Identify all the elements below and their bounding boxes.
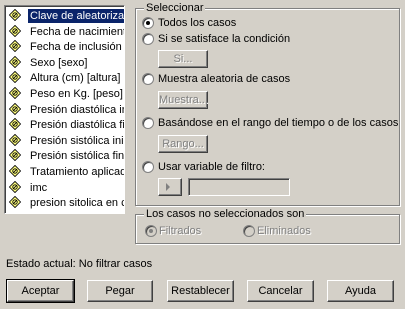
variable-list-item[interactable]: Sexo [sexo] [7, 55, 124, 71]
variable-label: presion sitolica en cate [30, 197, 124, 210]
scale-variable-icon [9, 118, 21, 131]
status-text: Estado actual: No filtrar casos [6, 258, 153, 270]
variable-label: Clave de aleatorización [26, 8, 124, 24]
variable-list-item[interactable]: Clave de aleatorización [7, 8, 124, 24]
paste-button[interactable]: Pegar [87, 280, 153, 302]
scale-variable-icon [9, 165, 21, 177]
variable-list[interactable]: Clave de aleatorizaciónFecha de nacimien… [4, 5, 125, 214]
scale-variable-icon [9, 24, 21, 37]
range-label[interactable]: Basándose en el rango del tiempo o de lo… [158, 116, 398, 130]
all-cases-label[interactable]: Todos los casos [158, 16, 236, 30]
variable-label: Peso en Kg. [peso] [30, 88, 123, 100]
scale-variable-icon [9, 133, 21, 146]
variable-list-item[interactable]: Fecha de inclusión [f_i [7, 39, 124, 55]
filtered-label[interactable]: Filtrados [159, 224, 201, 238]
scale-variable-icon [9, 180, 21, 193]
reset-button[interactable]: Restablecer [167, 280, 234, 302]
scale-variable-icon [9, 55, 21, 68]
filtered-radio[interactable] [145, 225, 157, 237]
variable-list-item[interactable]: imc [7, 180, 124, 196]
filter-variable-radio[interactable] [142, 161, 154, 173]
variable-list-item[interactable]: Altura (cm) [altura] [7, 70, 124, 86]
variable-label: Sexo [sexo] [30, 56, 88, 69]
scale-variable-icon [9, 149, 21, 162]
filter-variable-label[interactable]: Usar variable de filtro: [158, 160, 265, 174]
ok-button[interactable]: Aceptar [6, 279, 75, 303]
variable-label: imc [30, 181, 48, 194]
variable-label: Presión sistólica inicial [30, 134, 124, 147]
arrow-right-icon [166, 183, 170, 191]
variable-list-item[interactable]: Tratamiento aplicado [t [7, 164, 124, 180]
scale-variable-icon [9, 40, 21, 53]
variable-label: Altura (cm) [altura] [30, 72, 121, 85]
if-condition-radio[interactable] [142, 33, 154, 45]
variable-list-item[interactable]: Presión sistólica final [p [7, 148, 125, 164]
all-cases-radio[interactable] [142, 17, 154, 29]
variable-list-item[interactable]: Presión diastólica final [7, 117, 125, 133]
variable-label: Presión diastólica final [30, 119, 125, 132]
random-sample-radio[interactable] [142, 73, 154, 85]
variable-list-item[interactable]: Peso en Kg. [peso] [7, 86, 124, 102]
select-group-title: Seleccionar [144, 1, 206, 15]
variable-list-item[interactable]: presion sitolica en cate [7, 195, 124, 211]
if-button[interactable]: Si... [158, 50, 208, 68]
filter-variable-field[interactable] [188, 178, 290, 196]
variable-list-item[interactable]: Fecha de nacimiento [f [7, 24, 124, 40]
help-button[interactable]: Ayuda [327, 280, 394, 302]
sample-button[interactable]: Muestra... [158, 91, 208, 109]
scale-variable-icon [9, 87, 21, 99]
unselected-group-title: Los casos no seleccionados son [144, 207, 307, 221]
scale-variable-icon [9, 102, 21, 115]
variable-label: Presión diastólica inicial [30, 103, 124, 116]
scale-variable-icon [9, 196, 21, 209]
variable-label: Fecha de inclusión [f_i [30, 41, 124, 54]
variable-label: Tratamiento aplicado [t [30, 166, 124, 178]
scale-variable-icon [9, 9, 21, 21]
variable-list-item[interactable]: Presión sistólica inicial [7, 133, 124, 149]
random-sample-label[interactable]: Muestra aleatoria de casos [158, 72, 290, 86]
deleted-radio[interactable] [243, 225, 255, 237]
if-condition-label[interactable]: Si se satisface la condición [158, 32, 290, 46]
variable-list-item[interactable]: Presión diastólica inicial [7, 102, 124, 118]
variable-label: Presión sistólica final [p [30, 150, 125, 163]
deleted-label[interactable]: Eliminados [257, 224, 311, 238]
variable-label: Fecha de nacimiento [f [30, 25, 124, 38]
move-filter-variable-button[interactable] [158, 178, 182, 196]
scale-variable-icon [9, 71, 21, 84]
range-button[interactable]: Rango... [158, 135, 208, 153]
range-radio[interactable] [142, 117, 154, 129]
cancel-button[interactable]: Cancelar [247, 280, 314, 302]
